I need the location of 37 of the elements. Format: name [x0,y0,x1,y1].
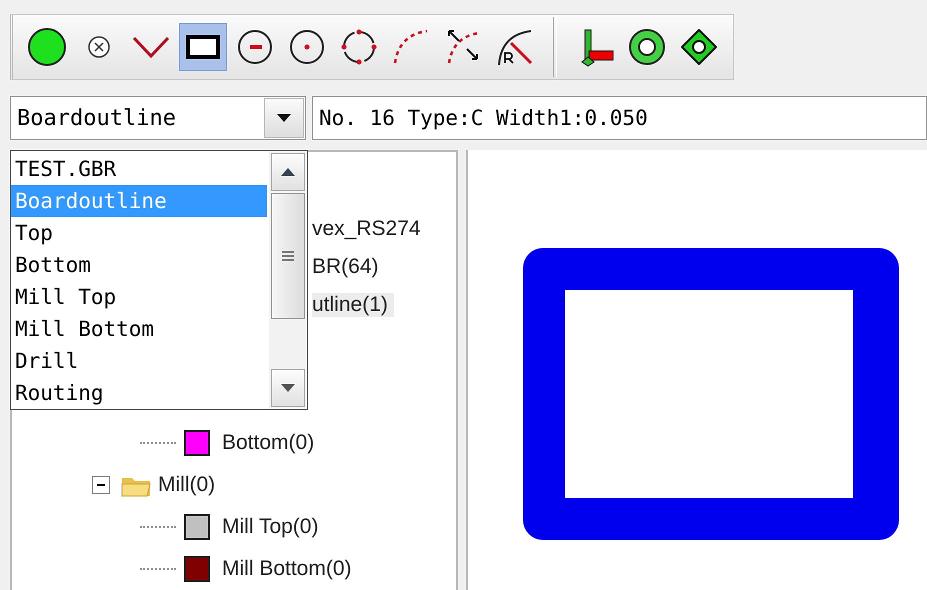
tool-button[interactable] [179,23,227,72]
up-caret-icon [281,168,295,176]
tree-item[interactable]: Mill Bottom(0) [222,557,352,581]
grip-icon [282,250,294,262]
combo-value: Boardoutline [16,106,177,131]
tree-item[interactable]: utline(1) [312,293,394,317]
circle-minus-icon [237,29,273,66]
dropdown-option[interactable]: Mill Bottom [11,313,267,345]
dropdown-option[interactable]: Top [11,217,267,249]
vee-line-icon [132,36,170,58]
info-field[interactable]: No. 16 Type:C Width1:0.050 [312,96,927,140]
scroll-down-button[interactable] [271,369,305,407]
dashed-circle-icon [341,29,377,66]
collapse-button[interactable] [92,476,110,494]
filled-circle-icon [27,27,67,68]
tree-item[interactable]: vex_RS274 [312,217,427,241]
dropdown-option[interactable]: Routing [11,377,267,409]
dropdown-option[interactable]: Drill [11,345,267,377]
circle-center-icon [289,29,325,66]
scroll-thumb[interactable] [271,193,305,319]
dropdown-button[interactable] [264,98,304,138]
tree-item[interactable]: Mill(0) [158,473,216,497]
tree-item[interactable]: BR(64) [312,255,385,279]
radius-arc-icon [495,27,535,68]
layer-combo[interactable]: Boardoutline [10,96,306,140]
dropdown-option[interactable]: Bottom [11,249,267,281]
caret-icon [277,114,291,122]
rectangle-icon [186,35,220,60]
tree-item[interactable]: Bottom(0) [222,431,314,455]
dropdown-option[interactable]: Mill Top [11,281,267,313]
down-caret-icon [281,384,295,392]
scroll-up-button[interactable] [271,153,305,191]
circle-cross-icon [87,35,111,60]
tree-item[interactable]: Mill Top(0) [222,515,318,539]
dropdown-option[interactable]: TEST.GBR [11,153,267,185]
ring-pad-icon [627,27,667,68]
diamond-pad-icon [679,27,719,68]
